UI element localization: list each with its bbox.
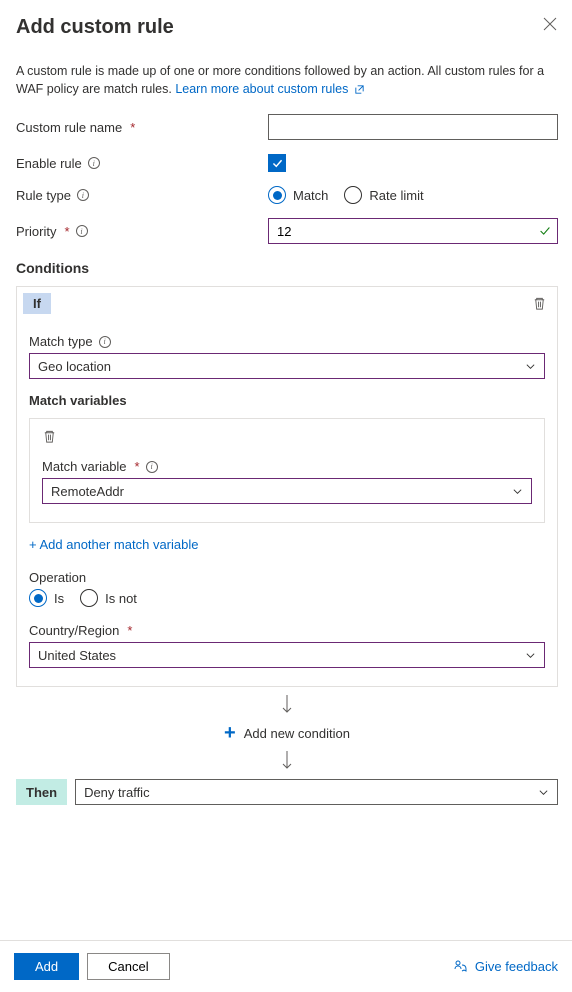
- info-icon[interactable]: i: [77, 189, 89, 201]
- info-icon[interactable]: i: [76, 225, 88, 237]
- info-icon[interactable]: i: [146, 461, 158, 473]
- info-icon[interactable]: i: [88, 157, 100, 169]
- rule-type-match-radio[interactable]: Match: [268, 186, 328, 204]
- match-type-label: Match type i: [29, 334, 545, 349]
- chevron-down-icon: [525, 650, 536, 661]
- chevron-down-icon: [512, 486, 523, 497]
- chevron-down-icon: [525, 361, 536, 372]
- panel-title: Add custom rule: [16, 16, 174, 39]
- match-variable-block: Match variable* i RemoteAddr: [29, 418, 545, 523]
- match-variable-label: Match variable* i: [42, 459, 532, 474]
- operation-is-radio[interactable]: Is: [29, 589, 64, 607]
- delete-variable-icon[interactable]: [42, 429, 57, 444]
- give-feedback-link[interactable]: Give feedback: [453, 959, 558, 975]
- rule-type-rate-limit-radio[interactable]: Rate limit: [344, 186, 423, 204]
- if-tag: If: [23, 293, 51, 314]
- match-variables-heading: Match variables: [29, 393, 545, 408]
- enable-rule-checkbox[interactable]: [268, 154, 286, 172]
- cancel-button[interactable]: Cancel: [87, 953, 169, 980]
- conditions-heading: Conditions: [16, 260, 558, 276]
- add-button[interactable]: Add: [14, 953, 79, 980]
- then-action-select[interactable]: Deny traffic: [75, 779, 558, 805]
- custom-rule-name-label: Custom rule name*: [16, 120, 268, 135]
- flow-arrow-icon: [16, 695, 558, 715]
- flow-arrow-icon: [16, 751, 558, 771]
- then-tag: Then: [16, 779, 67, 805]
- delete-condition-icon[interactable]: [532, 296, 547, 311]
- match-type-select[interactable]: Geo location: [29, 353, 545, 379]
- operation-is-not-radio[interactable]: Is not: [80, 589, 137, 607]
- learn-more-link[interactable]: Learn more about custom rules: [175, 82, 365, 96]
- external-link-icon: [354, 84, 365, 95]
- condition-block: If Match type i Geo location Match varia…: [16, 286, 558, 687]
- add-condition-button[interactable]: + Add new condition: [16, 723, 558, 743]
- match-variable-select[interactable]: RemoteAddr: [42, 478, 532, 504]
- country-label: Country/Region*: [29, 623, 545, 638]
- check-icon: [271, 157, 284, 170]
- add-match-variable-link[interactable]: + Add another match variable: [29, 537, 198, 552]
- enable-rule-label: Enable rule i: [16, 156, 268, 171]
- operation-label: Operation: [29, 570, 545, 585]
- valid-check-icon: [538, 224, 552, 238]
- custom-rule-name-input[interactable]: [268, 114, 558, 140]
- plus-icon: +: [224, 723, 236, 743]
- country-select[interactable]: United States: [29, 642, 545, 668]
- priority-label: Priority* i: [16, 224, 268, 239]
- description-text: A custom rule is made up of one or more …: [16, 63, 558, 98]
- feedback-icon: [453, 959, 469, 975]
- info-icon[interactable]: i: [99, 336, 111, 348]
- close-icon[interactable]: [542, 16, 558, 32]
- chevron-down-icon: [538, 787, 549, 798]
- rule-type-label: Rule type i: [16, 188, 268, 203]
- priority-input[interactable]: [268, 218, 558, 244]
